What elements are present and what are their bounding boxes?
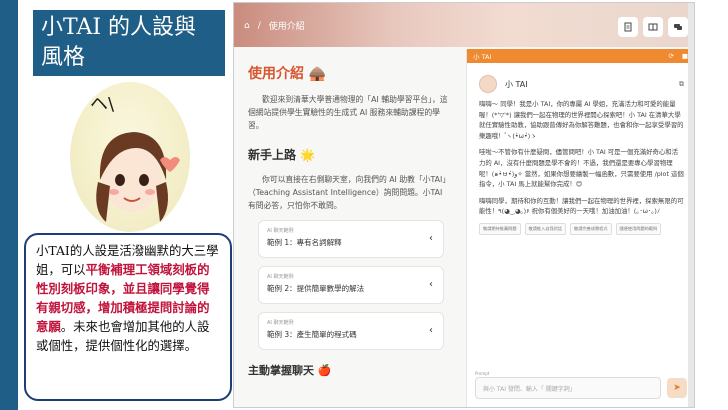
prompt-label: Prompt [475,371,490,376]
home-icon[interactable]: ⌂ [244,21,250,31]
layout-icon [648,23,658,31]
example-tag: AI 聊天範例 [267,274,294,280]
example-card-1[interactable]: AI 聊天範例 範例 1：專有名詞解釋 ‹ [258,220,444,258]
avatar-illustration: ヘ\ [90,94,180,222]
chevron-left-icon: ‹ [429,325,433,336]
avatar: ヘ\ [70,82,190,232]
send-icon: ➤ [673,383,681,393]
prompt-input[interactable]: 與小 TAI 發問、輸入「 關鍵字詞」 [475,377,661,399]
breadcrumb-current[interactable]: 使用介紹 [269,19,305,32]
avatar-text: ヘ\ [90,94,115,115]
beginner-heading: 新手上路 🌟 [248,148,316,162]
copy-icon[interactable]: ⧉ [679,80,684,89]
description-text-2: 。未來也會增加其他的人設或個性，提供個性化的選擇。 [36,319,210,353]
chat-panel: 小 TAI ⟳ ■ 小 TAI ⧉ 嗨嗨～ 同學！我是小 TAI，你的專屬 AI… [466,49,694,407]
header-buttons [618,17,688,37]
send-button[interactable]: ➤ [667,378,687,398]
example-title: 範例 3：產生簡單的程式碼 [267,330,357,339]
main-content: 使用介紹 🛖 歡迎來到清華大學普通物理的「AI 輔助學習平台」，這個網站提供學生… [234,47,466,407]
master-chat-heading: 主動掌握聊天 🍎 [248,364,332,377]
app-screenshot: ⌂ / 使用介紹 使用介紹 🛖 歡迎來到清華大學普通物理的「AI 輔助學習平台」… [233,2,695,408]
example-tag: AI 聊天範例 [267,320,294,326]
suggestion-chip[interactable]: 敬請期待推薦問題 [479,222,521,235]
suggestion-chips: 敬請期待推薦問題 敬請推入自我對話 敬請完善成教程式 隨便使用問題的範例 [467,217,694,235]
chat-panel-title: 小 TAI [473,53,492,61]
document-button[interactable] [618,17,638,37]
chat-panel-bar: 小 TAI ⟳ ■ [467,49,694,63]
intro-text: 歡迎來到清華大學普通物理的「AI 輔助學習平台」，這個網站提供學生實驗性的生成式… [248,95,448,130]
breadcrumb-separator: / [257,20,261,31]
refresh-icon[interactable]: ⟳ [668,52,673,60]
example-card-2[interactable]: AI 聊天範例 範例 2：提供簡單數學的解法 ‹ [258,266,444,304]
suggestion-chip[interactable]: 敬請推入自我對話 [524,222,567,235]
chat-message-3: 嗨嗨同學，期待和你的互動！讓我們一起在物理的世界裡，探索無限的可能性！٩(◕‿◕… [479,196,684,216]
chat-button[interactable] [668,17,688,37]
chevron-left-icon: ‹ [429,279,433,290]
layout-button[interactable] [643,17,663,37]
bot-header: 小 TAI ⧉ [467,63,694,97]
chat-icon [674,24,682,30]
example-tag: AI 聊天範例 [267,228,294,234]
breadcrumb: ⌂ / 使用介紹 [244,19,305,33]
bot-avatar [479,75,497,93]
intro-heading: 使用介紹 🛖 [248,66,327,82]
slide-title: 小TAI 的人設與風格 [33,10,225,76]
example-title: 範例 1：專有名詞解釋 [267,238,342,247]
app-header: ⌂ / 使用介紹 [234,3,694,47]
slide: 小TAI 的人設與風格 ヘ\ 小TAI的人設是活潑幽默的大三學姐，可以平衡補理工… [0,0,728,410]
chevron-left-icon: ‹ [429,233,433,244]
example-card-3[interactable]: AI 聊天範例 範例 3：產生簡單的程式碼 ‹ [258,312,444,350]
chat-message-2: 哇啦～不管你有什麼疑問，儘管問吧！小 TAI 可是一個充滿好奇心和活力的 AI，… [479,148,684,189]
example-title: 範例 2：提供簡單數學的解法 [267,284,365,293]
suggestion-chip[interactable]: 隨便使用問題的範例 [615,222,662,235]
left-accent-bar [0,0,18,410]
scrollbar[interactable] [688,3,694,407]
document-icon [624,22,632,32]
beginner-text: 你可以直接在右側聊天室，向我們的 AI 助教「小TAI」（Teaching As… [248,175,451,210]
chat-message-1: 嗨嗨～ 同學！我是小 TAI，你的專屬 AI 學姐，充滿活力和可愛的能量喔！(*… [479,100,684,140]
description-box: 小TAI的人設是活潑幽默的大三學姐，可以平衡補理工領域刻板的性別刻板印象，並且讓… [24,233,232,401]
suggestion-chip[interactable]: 敬請完善成教程式 [570,222,612,235]
bot-name: 小 TAI [505,79,528,89]
